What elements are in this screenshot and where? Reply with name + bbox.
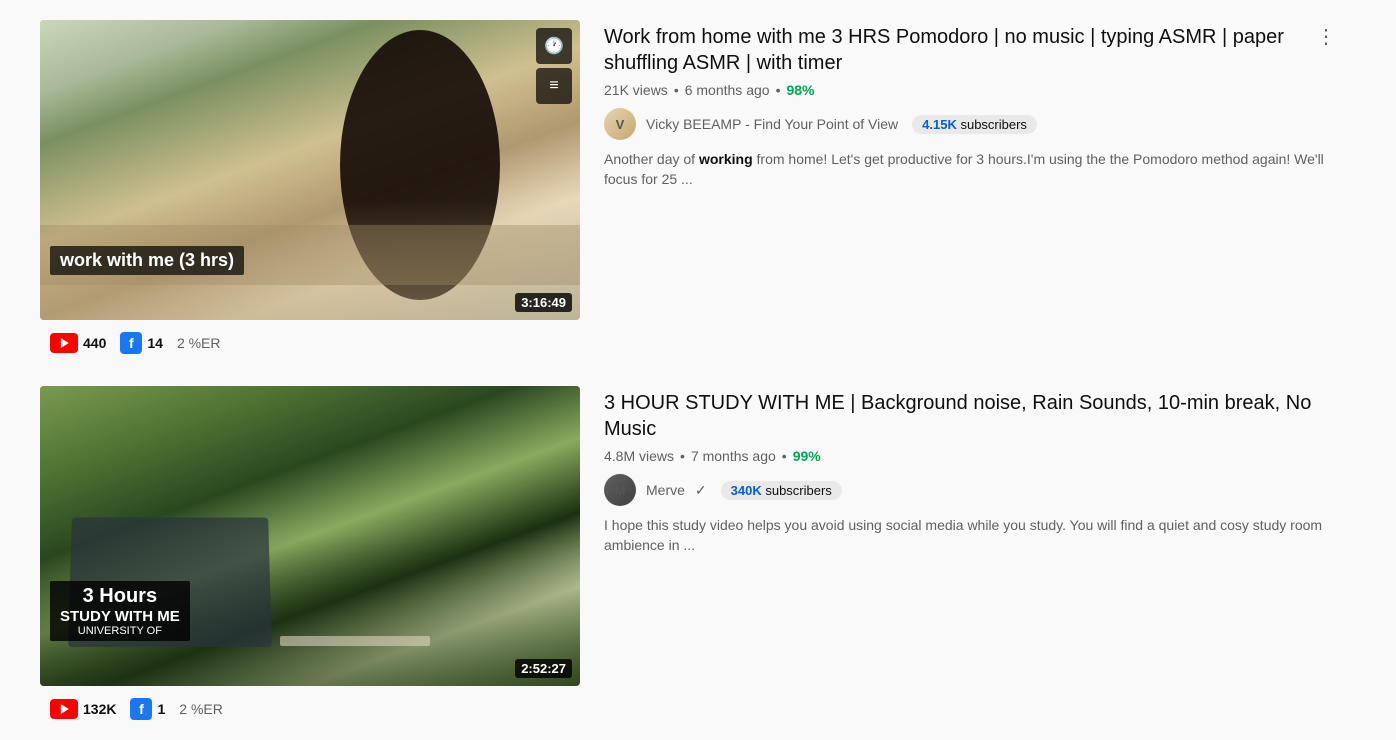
channel-avatar[interactable]: V bbox=[604, 108, 636, 140]
youtube-icon bbox=[50, 333, 78, 353]
facebook-count: 1 bbox=[157, 701, 165, 717]
youtube-stat: 440 bbox=[50, 333, 106, 353]
channel-row: M Merve ✓ 340K subscribers bbox=[604, 474, 1340, 506]
video-meta: 4.8M views • 7 months ago • 99% bbox=[604, 448, 1340, 464]
thumb-overlay-text: work with me (3 hrs) bbox=[50, 246, 244, 275]
youtube-icon bbox=[50, 699, 78, 719]
video-title: 3 HOUR STUDY WITH ME | Background noise,… bbox=[604, 390, 1340, 442]
clock-icon[interactable]: 🕐 bbox=[536, 28, 572, 64]
youtube-count: 132K bbox=[83, 701, 116, 717]
video-title: Work from home with me 3 HRS Pomodoro | … bbox=[604, 24, 1340, 76]
like-percentage: 98% bbox=[786, 82, 814, 98]
subscriber-count: 340K bbox=[731, 483, 762, 498]
video-list: 🕐 ≡ work with me (3 hrs) 3:16:49 ⋮ Work … bbox=[40, 20, 1340, 720]
separator: • bbox=[674, 82, 679, 98]
subscribers-label-val: subscribers bbox=[765, 483, 831, 498]
duration-badge: 2:52:27 bbox=[515, 659, 572, 678]
video-row: 🕐 ≡ work with me (3 hrs) 3:16:49 ⋮ Work … bbox=[40, 20, 1340, 320]
engagement-rate: 2 %ER bbox=[179, 701, 223, 717]
more-options-button[interactable]: ⋮ bbox=[1312, 20, 1340, 53]
facebook-icon: f bbox=[120, 332, 142, 354]
social-stats: 440 f 14 2 %ER bbox=[40, 332, 1340, 354]
verified-icon: ✓ bbox=[695, 482, 707, 499]
posted-time: 6 months ago bbox=[685, 82, 770, 98]
facebook-stat: f 1 bbox=[130, 698, 165, 720]
separator2: • bbox=[776, 82, 781, 98]
thumbnail[interactable]: 🕐 ≡ work with me (3 hrs) 3:16:49 bbox=[40, 20, 580, 320]
view-count: 21K views bbox=[604, 82, 668, 98]
separator2: • bbox=[782, 448, 787, 464]
video-description: Another day of working from home! Let's … bbox=[604, 150, 1340, 189]
video-card: 🕐 ≡ work with me (3 hrs) 3:16:49 ⋮ Work … bbox=[40, 20, 1340, 354]
posted-time: 7 months ago bbox=[691, 448, 776, 464]
view-count: 4.8M views bbox=[604, 448, 674, 464]
channel-name[interactable]: Merve bbox=[646, 482, 685, 498]
video-meta: 21K views • 6 months ago • 98% bbox=[604, 82, 1340, 98]
youtube-stat: 132K bbox=[50, 699, 116, 719]
separator: • bbox=[680, 448, 685, 464]
channel-row: V Vicky BEEAMP - Find Your Point of View… bbox=[604, 108, 1340, 140]
overlay-main: STUDY WITH ME bbox=[60, 608, 180, 625]
channel-name[interactable]: Vicky BEEAMP - Find Your Point of View bbox=[646, 116, 898, 132]
channel-avatar[interactable]: M bbox=[604, 474, 636, 506]
engagement-rate: 2 %ER bbox=[177, 335, 221, 351]
social-stats: 132K f 1 2 %ER bbox=[40, 698, 1340, 720]
subscribers-badge: 4.15K subscribers bbox=[912, 115, 1037, 134]
duration-badge: 3:16:49 bbox=[515, 293, 572, 312]
overlay-big: 3 Hours bbox=[60, 585, 180, 608]
video-description: I hope this study video helps you avoid … bbox=[604, 516, 1340, 555]
video-info: 3 HOUR STUDY WITH ME | Background noise,… bbox=[604, 386, 1340, 555]
video-card: 3 Hours STUDY WITH ME UNIVERSITY OF 2:52… bbox=[40, 386, 1340, 720]
facebook-stat: f 14 bbox=[120, 332, 163, 354]
video-row: 3 Hours STUDY WITH ME UNIVERSITY OF 2:52… bbox=[40, 386, 1340, 686]
subscribers-label-text: subscribers bbox=[960, 117, 1026, 132]
playlist-icon[interactable]: ≡ bbox=[536, 68, 572, 104]
overlay-small: UNIVERSITY OF bbox=[60, 625, 180, 637]
subscribers-badge: 340K subscribers bbox=[721, 481, 842, 500]
top-right-icons: 🕐 ≡ bbox=[536, 28, 572, 104]
thumbnail[interactable]: 3 Hours STUDY WITH ME UNIVERSITY OF 2:52… bbox=[40, 386, 580, 686]
facebook-icon: f bbox=[130, 698, 152, 720]
like-percentage: 99% bbox=[793, 448, 821, 464]
facebook-count: 14 bbox=[147, 335, 163, 351]
subscriber-count: 4.15K bbox=[922, 117, 957, 132]
video-info: ⋮ Work from home with me 3 HRS Pomodoro … bbox=[604, 20, 1340, 189]
thumb-overlay-text: 3 Hours STUDY WITH ME UNIVERSITY OF bbox=[50, 581, 190, 641]
youtube-count: 440 bbox=[83, 335, 106, 351]
